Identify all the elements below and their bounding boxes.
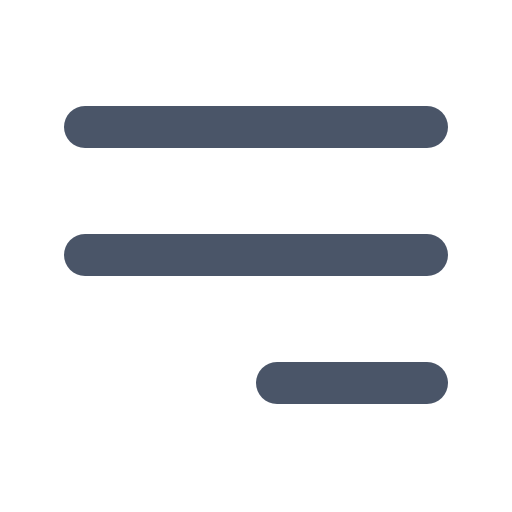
canvas bbox=[0, 0, 512, 512]
menu-line-top bbox=[64, 106, 448, 148]
menu-align-right-icon[interactable] bbox=[0, 0, 512, 512]
menu-line-bottom bbox=[256, 362, 448, 404]
menu-line-middle bbox=[64, 234, 448, 276]
